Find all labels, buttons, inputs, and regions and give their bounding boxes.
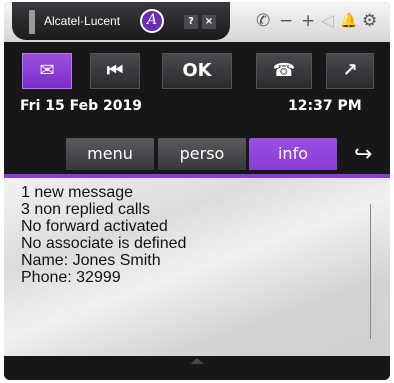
previous-button[interactable]: ⏮ [90, 53, 140, 89]
gear-icon[interactable]: ⚙ [362, 10, 377, 32]
close-button[interactable]: × [202, 15, 216, 29]
info-line-name: Name: Jones Smith [21, 252, 161, 269]
brand-tab[interactable]: Alcatel·Lucent A ? × [12, 2, 230, 40]
tab-menu[interactable]: menu [66, 138, 154, 170]
transfer-call-icon: ↗ [342, 60, 358, 81]
brand-name: Alcatel·Lucent [44, 14, 121, 28]
info-line-forward: No forward activated [21, 218, 168, 235]
time-label: 12:37 PM [288, 98, 362, 114]
bell-icon[interactable]: 🔔 [340, 10, 357, 32]
tab-info[interactable]: info [249, 138, 337, 170]
scrollbar[interactable] [370, 204, 371, 339]
brand-logo-icon: A [140, 9, 164, 33]
hangup-button[interactable]: ☎ [256, 53, 312, 89]
tab-perso[interactable]: perso [158, 138, 246, 170]
brand-logo-glyph: A [147, 12, 158, 28]
hangup-icon: ☎ [272, 60, 296, 81]
speaker-icon: ◁ [321, 11, 335, 31]
plus-icon[interactable]: + [301, 10, 315, 32]
phone-icon[interactable]: ✆ [256, 10, 270, 32]
info-panel: 1 new message 3 non replied calls No for… [4, 174, 390, 356]
tab-bar: menu perso info ↪ [4, 138, 390, 174]
exit-icon[interactable]: ↪ [354, 142, 372, 167]
skip-back-icon: ⏮ [106, 60, 124, 81]
top-bar: Alcatel·Lucent A ? × ✆ − + ◁ 🔔 ⚙ [4, 2, 390, 42]
info-line-phone: Phone: 32999 [21, 269, 121, 286]
status-row: Fri 15 Feb 2019 12:37 PM [4, 98, 390, 118]
expand-arrow-icon[interactable] [190, 358, 204, 364]
envelope-icon: ✉ [39, 60, 55, 81]
date-label: Fri 15 Feb 2019 [20, 98, 142, 114]
minus-icon[interactable]: − [279, 10, 293, 32]
transfer-button[interactable]: ↗ [326, 53, 374, 89]
info-list: 1 new message 3 non replied calls No for… [4, 178, 390, 286]
info-line-calls: 3 non replied calls [21, 201, 150, 218]
phone-window: Alcatel·Lucent A ? × ✆ − + ◁ 🔔 ⚙ ✉ ⏮ OK … [4, 2, 390, 380]
help-button[interactable]: ? [184, 15, 198, 29]
bottom-bar [4, 356, 390, 380]
message-button[interactable]: ✉ [22, 53, 72, 89]
info-line-associate: No associate is defined [21, 235, 187, 252]
info-line-messages: 1 new message [21, 184, 134, 201]
drag-handle[interactable] [29, 10, 35, 34]
ok-button[interactable]: OK [162, 53, 232, 89]
button-row: ✉ ⏮ OK ☎ ↗ [4, 53, 390, 91]
